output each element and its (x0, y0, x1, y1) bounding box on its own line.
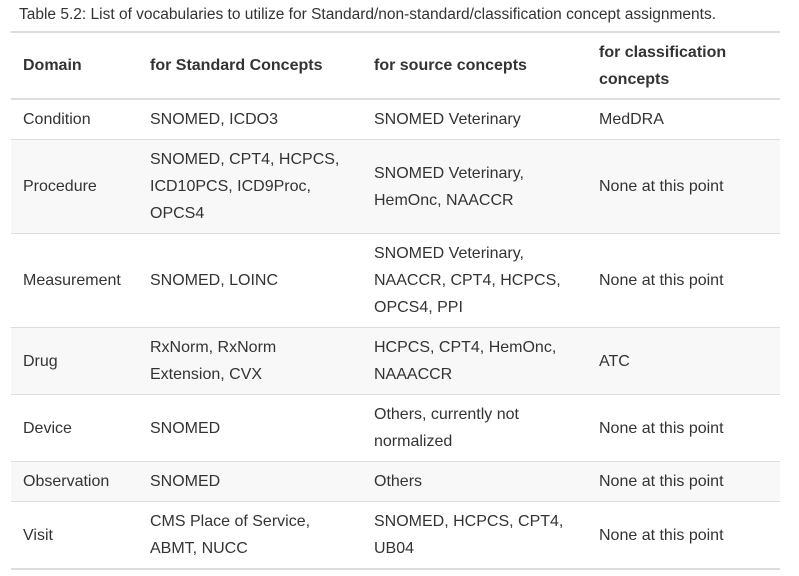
header-row: Domain for Standard Concepts for source … (11, 32, 780, 99)
cell-domain: Device (23, 419, 72, 437)
cell-classification: None at this point (599, 419, 724, 437)
cell-domain: Condition (23, 111, 91, 128)
cell-standard: CMS Place of Service, ABMT, NUCC (150, 513, 311, 557)
cell-classification: None at this point (599, 178, 724, 195)
table-row: Condition SNOMED, ICDO3 SNOMED Veterinar… (11, 99, 780, 140)
table-row: Measurement SNOMED, LOINC SNOMED Veterin… (11, 234, 780, 328)
cell-source: SNOMED Veterinary, HemOnc, NAACCR (374, 164, 524, 209)
cell-standard: RxNorm, RxNorm Extension, CVX (150, 339, 277, 383)
cell-classification: ATC (599, 352, 630, 370)
cell-standard: SNOMED, LOINC (150, 272, 279, 289)
cell-source: HCPCS, CPT4, HemOnc, NAAACCR (374, 339, 557, 383)
cell-classification: MedDRA (599, 111, 664, 128)
table-row: Visit CMS Place of Service, ABMT, NUCC S… (11, 502, 780, 569)
table-row: Drug RxNorm, RxNorm Extension, CVX HCPCS… (11, 327, 780, 395)
cell-classification: None at this point (599, 272, 724, 289)
cell-source: SNOMED Veterinary (374, 111, 521, 128)
header-standard-concepts: for Standard Concepts (150, 57, 323, 74)
header-classification-concepts: for classification concepts (599, 43, 727, 88)
cell-source: Others, currently not normalized (374, 406, 519, 450)
cell-classification: None at this point (599, 526, 724, 544)
table-caption: Table 5.2: List of vocabularies to utili… (19, 6, 717, 23)
cell-domain: Measurement (23, 272, 121, 289)
cell-standard: SNOMED (150, 419, 221, 437)
table-row: Procedure SNOMED, CPT4, HCPCS, ICD10PCS,… (11, 139, 780, 234)
cell-classification: None at this point (599, 473, 724, 490)
table-row: Device SNOMED Others, currently not norm… (11, 395, 780, 462)
cell-standard: SNOMED, ICDO3 (150, 111, 279, 128)
cell-domain: Drug (23, 352, 58, 370)
cell-standard: SNOMED, CPT4, HCPCS, ICD10PCS, ICD9Proc,… (150, 151, 340, 222)
cell-domain: Visit (23, 526, 53, 544)
cell-source: SNOMED Veterinary, NAACCR, CPT4, HCPCS, … (374, 245, 561, 316)
header-source-concepts: for source concepts (374, 57, 527, 74)
cell-domain: Procedure (23, 178, 97, 195)
cell-source: SNOMED, HCPCS, CPT4, UB04 (374, 513, 564, 557)
cell-standard: SNOMED (150, 473, 221, 490)
vocabulary-table: Domain for Standard Concepts for source … (11, 31, 780, 570)
table-row: Observation SNOMED Others None at this p… (11, 461, 780, 502)
header-domain: Domain (23, 57, 82, 74)
cell-domain: Observation (23, 473, 110, 490)
cell-source: Others (374, 473, 423, 490)
